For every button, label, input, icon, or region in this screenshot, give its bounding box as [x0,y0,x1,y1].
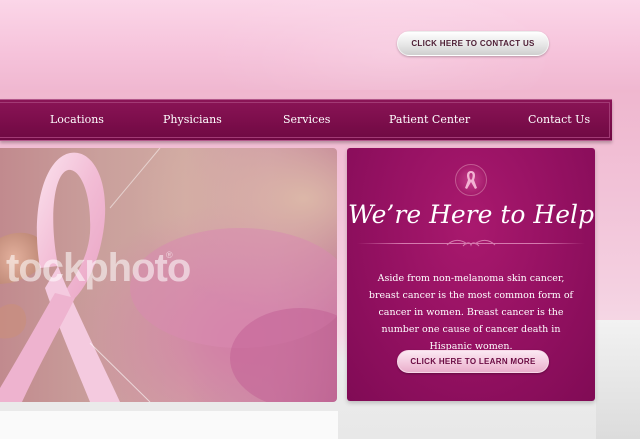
stock-watermark: tockphoto [6,246,191,290]
nav-item-services[interactable]: Services [283,113,330,126]
nav-item-locations[interactable]: Locations [50,113,104,126]
nav-item-contact-us[interactable]: Contact Us [528,113,590,126]
learn-more-button[interactable]: CLICK HERE TO LEARN MORE [397,350,549,373]
nav-item-physicians[interactable]: Physicians [163,113,222,126]
help-body-text: Aside from non-melanoma skin cancer, bre… [368,272,574,352]
help-panel: We’re Here to Help Aside from non-melano… [347,148,595,401]
page-background-right [596,320,640,439]
main-nav: Locations Physicians Services Patient Ce… [0,99,612,141]
content-area-bottom [0,411,338,439]
help-title: We’re Here to Help [347,200,595,229]
contact-us-button[interactable]: CLICK HERE TO CONTACT US [397,31,549,56]
hero-image: tockphoto ® [0,148,337,402]
pink-ribbon-icon [455,164,487,196]
flourish-icon [446,239,496,247]
nav-item-patient-center[interactable]: Patient Center [389,113,470,126]
registered-mark: ® [166,250,173,260]
